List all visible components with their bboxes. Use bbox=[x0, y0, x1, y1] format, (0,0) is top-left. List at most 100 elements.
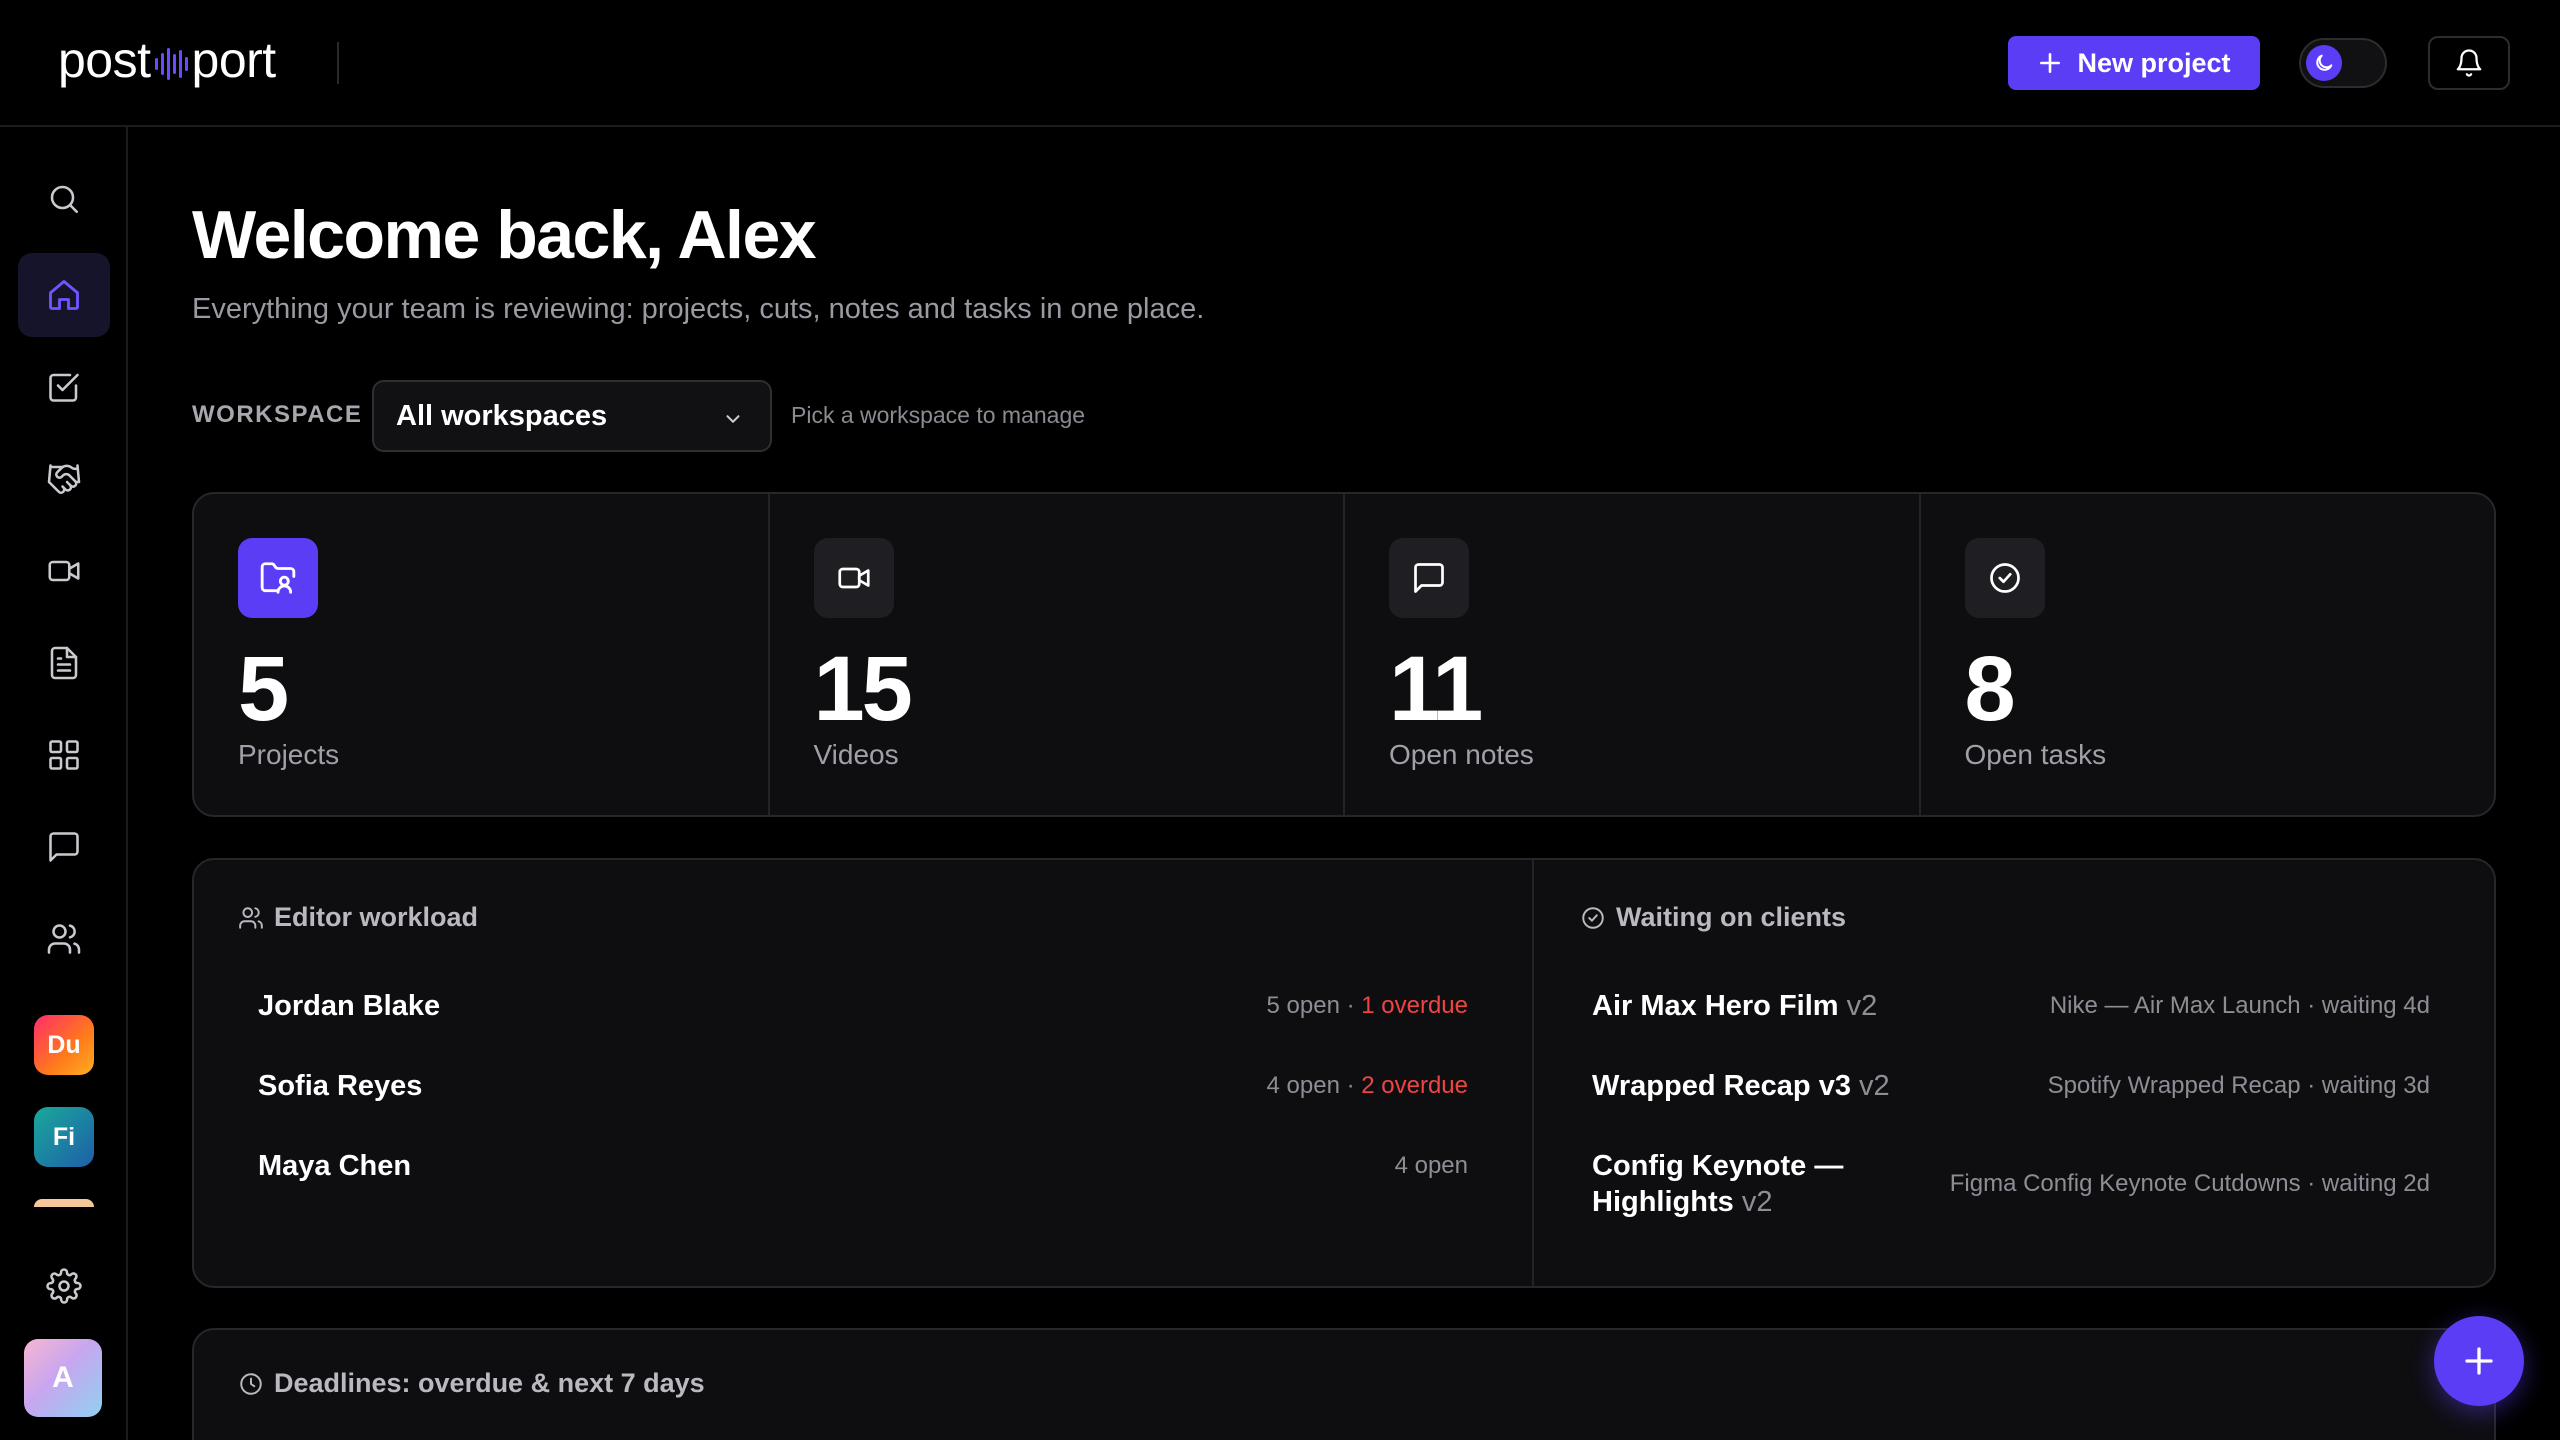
stats-panel: 5 Projects 15 Videos 11 Open notes 8 Ope… bbox=[192, 492, 2496, 817]
divider bbox=[337, 42, 339, 84]
client-row[interactable]: Air Max Hero Film v2 Nike — Air Max Laun… bbox=[1592, 986, 2430, 1026]
users-icon bbox=[47, 924, 81, 954]
workload-meta: 5 open · 1 overdue bbox=[1267, 992, 1468, 1020]
stat-value: 15 bbox=[813, 638, 913, 740]
stat-label: Videos bbox=[813, 739, 899, 770]
stat-value: 5 bbox=[238, 638, 289, 740]
sidebar-item-search[interactable] bbox=[18, 157, 110, 241]
stat-card-projects[interactable]: 5 Projects bbox=[194, 494, 770, 815]
sidebar-item-apps[interactable] bbox=[18, 713, 110, 797]
workspace-select[interactable]: All workspaces bbox=[372, 380, 772, 452]
meta-separator: · bbox=[1339, 1072, 1362, 1099]
waiting-on-clients-section: Waiting on clients Air Max Hero Film v2 … bbox=[1536, 860, 2494, 1286]
cut-title: Wrapped Recap v3 v2 bbox=[1592, 1068, 1890, 1104]
stat-card-videos[interactable]: 15 Videos bbox=[770, 494, 1345, 815]
users-icon bbox=[239, 906, 263, 929]
stat-card-open-tasks[interactable]: 8 Open tasks bbox=[1921, 494, 2495, 815]
editor-name: Jordan Blake bbox=[258, 989, 441, 1022]
workload-meta: 4 open bbox=[1395, 1152, 1468, 1180]
stat-value: 8 bbox=[1964, 638, 2016, 740]
avatar-initial: A bbox=[52, 1361, 74, 1394]
chat-icon bbox=[1389, 538, 1469, 618]
notifications-button[interactable] bbox=[2428, 36, 2510, 90]
page-title: Welcome back, Alex bbox=[192, 197, 817, 273]
cut-name-line2: Highlights bbox=[1592, 1186, 1734, 1218]
version-tag: v2 bbox=[1741, 1186, 1773, 1218]
cut-title: Config Keynote — Highlights v2 bbox=[1592, 1148, 1843, 1220]
sidebar-item-tasks[interactable] bbox=[18, 345, 110, 429]
app-label: Fi bbox=[52, 1122, 76, 1151]
sidebar-item-documents[interactable] bbox=[18, 621, 110, 705]
check-circle-icon bbox=[1582, 906, 1604, 929]
top-bar: post port New project bbox=[0, 0, 2560, 127]
version-tag: v2 bbox=[1846, 990, 1878, 1022]
section-title: Waiting on clients bbox=[1616, 902, 1847, 932]
cut-name: Wrapped Recap v3 bbox=[1592, 1070, 1851, 1102]
workload-row[interactable]: Jordan Blake 5 open · 1 overdue bbox=[258, 986, 1468, 1026]
workload-row[interactable]: Sofia Reyes 4 open · 2 overdue bbox=[258, 1066, 1468, 1106]
sidebar-app-du[interactable]: Du bbox=[34, 1015, 94, 1075]
checkbox-icon bbox=[49, 373, 79, 402]
theme-toggle[interactable] bbox=[2299, 38, 2387, 88]
editor-name: Sofia Reyes bbox=[258, 1069, 423, 1102]
sidebar-item-clients[interactable] bbox=[18, 437, 110, 521]
check-circle-icon bbox=[1964, 538, 2045, 618]
sidebar-app-fi[interactable]: Fi bbox=[34, 1107, 94, 1167]
sidebar-app-partial[interactable] bbox=[34, 1199, 94, 1207]
open-count: 4 open bbox=[1266, 1072, 1340, 1099]
grid-icon bbox=[49, 740, 79, 770]
sidebar-item-videos[interactable] bbox=[18, 529, 110, 613]
open-count: 4 open bbox=[1394, 1152, 1468, 1179]
gear-icon bbox=[46, 1268, 82, 1304]
workload-row[interactable]: Maya Chen 4 open bbox=[258, 1146, 1468, 1186]
document-icon bbox=[50, 646, 78, 680]
workspace-hint: Pick a workspace to manage bbox=[791, 402, 1086, 428]
section-header: Waiting on clients bbox=[1580, 902, 1846, 933]
workspace-selected-value: All workspaces bbox=[396, 399, 608, 432]
section-title: Deadlines: overdue & next 7 days bbox=[274, 1368, 705, 1398]
sidebar-item-settings[interactable] bbox=[18, 1244, 110, 1328]
clock-icon bbox=[240, 1372, 262, 1395]
new-project-button[interactable]: New project bbox=[2008, 36, 2260, 90]
sidebar-item-home[interactable] bbox=[18, 253, 110, 337]
overdue-count: 1 overdue bbox=[1361, 992, 1468, 1019]
stat-label: Open notes bbox=[1389, 739, 1534, 770]
avatar[interactable]: A bbox=[24, 1339, 102, 1417]
sidebar-item-team[interactable] bbox=[18, 897, 110, 981]
app-label: Du bbox=[47, 1030, 81, 1059]
app-root: post port New project Du Fi A Welcome ba… bbox=[0, 0, 2560, 1440]
bell-icon bbox=[2456, 49, 2482, 77]
cut-name: Air Max Hero Film bbox=[1592, 990, 1839, 1022]
stat-card-open-notes[interactable]: 11 Open notes bbox=[1345, 494, 1921, 815]
stat-value: 11 bbox=[1389, 638, 1483, 740]
client-meta: Nike — Air Max Launch · waiting 4d bbox=[2049, 992, 2430, 1019]
stat-label: Open tasks bbox=[1964, 739, 2107, 770]
plus-icon bbox=[2465, 1347, 2493, 1375]
chat-icon bbox=[49, 832, 79, 862]
page-subtitle: Everything your team is reviewing: proje… bbox=[192, 293, 1205, 325]
new-project-label: New project bbox=[2077, 47, 2231, 78]
brand-logo[interactable]: post port bbox=[58, 30, 276, 90]
client-row[interactable]: Wrapped Recap v3 v2 Spotify Wrapped Reca… bbox=[1592, 1066, 2430, 1106]
quick-add-button[interactable] bbox=[2434, 1316, 2524, 1406]
search-icon bbox=[50, 185, 79, 214]
chevron-down-icon bbox=[726, 415, 740, 423]
section-header: Editor workload bbox=[238, 902, 478, 933]
brand-text-right: port bbox=[191, 32, 277, 88]
client-meta: Figma Config Keynote Cutdowns · waiting … bbox=[1949, 1170, 2430, 1197]
client-meta: Spotify Wrapped Recap · waiting 3d bbox=[2047, 1072, 2430, 1099]
video-icon bbox=[48, 560, 80, 582]
meta-separator: · bbox=[1339, 992, 1362, 1019]
workload-clients-panel: Editor workload Jordan Blake 5 open · 1 … bbox=[192, 858, 2496, 1288]
sidebar-item-messages[interactable] bbox=[18, 805, 110, 889]
stat-label: Projects bbox=[238, 739, 340, 770]
moon-icon bbox=[2306, 45, 2342, 81]
cut-title: Air Max Hero Film v2 bbox=[1592, 988, 1877, 1024]
handshake-icon bbox=[47, 464, 81, 494]
video-icon bbox=[813, 538, 894, 618]
waveform-icon bbox=[154, 46, 188, 82]
section-title: Editor workload bbox=[274, 902, 479, 932]
client-row[interactable]: Config Keynote — Highlights v2 Figma Conf… bbox=[1592, 1146, 2430, 1222]
brand-text-left: post bbox=[58, 32, 151, 88]
plus-icon bbox=[2040, 53, 2061, 73]
